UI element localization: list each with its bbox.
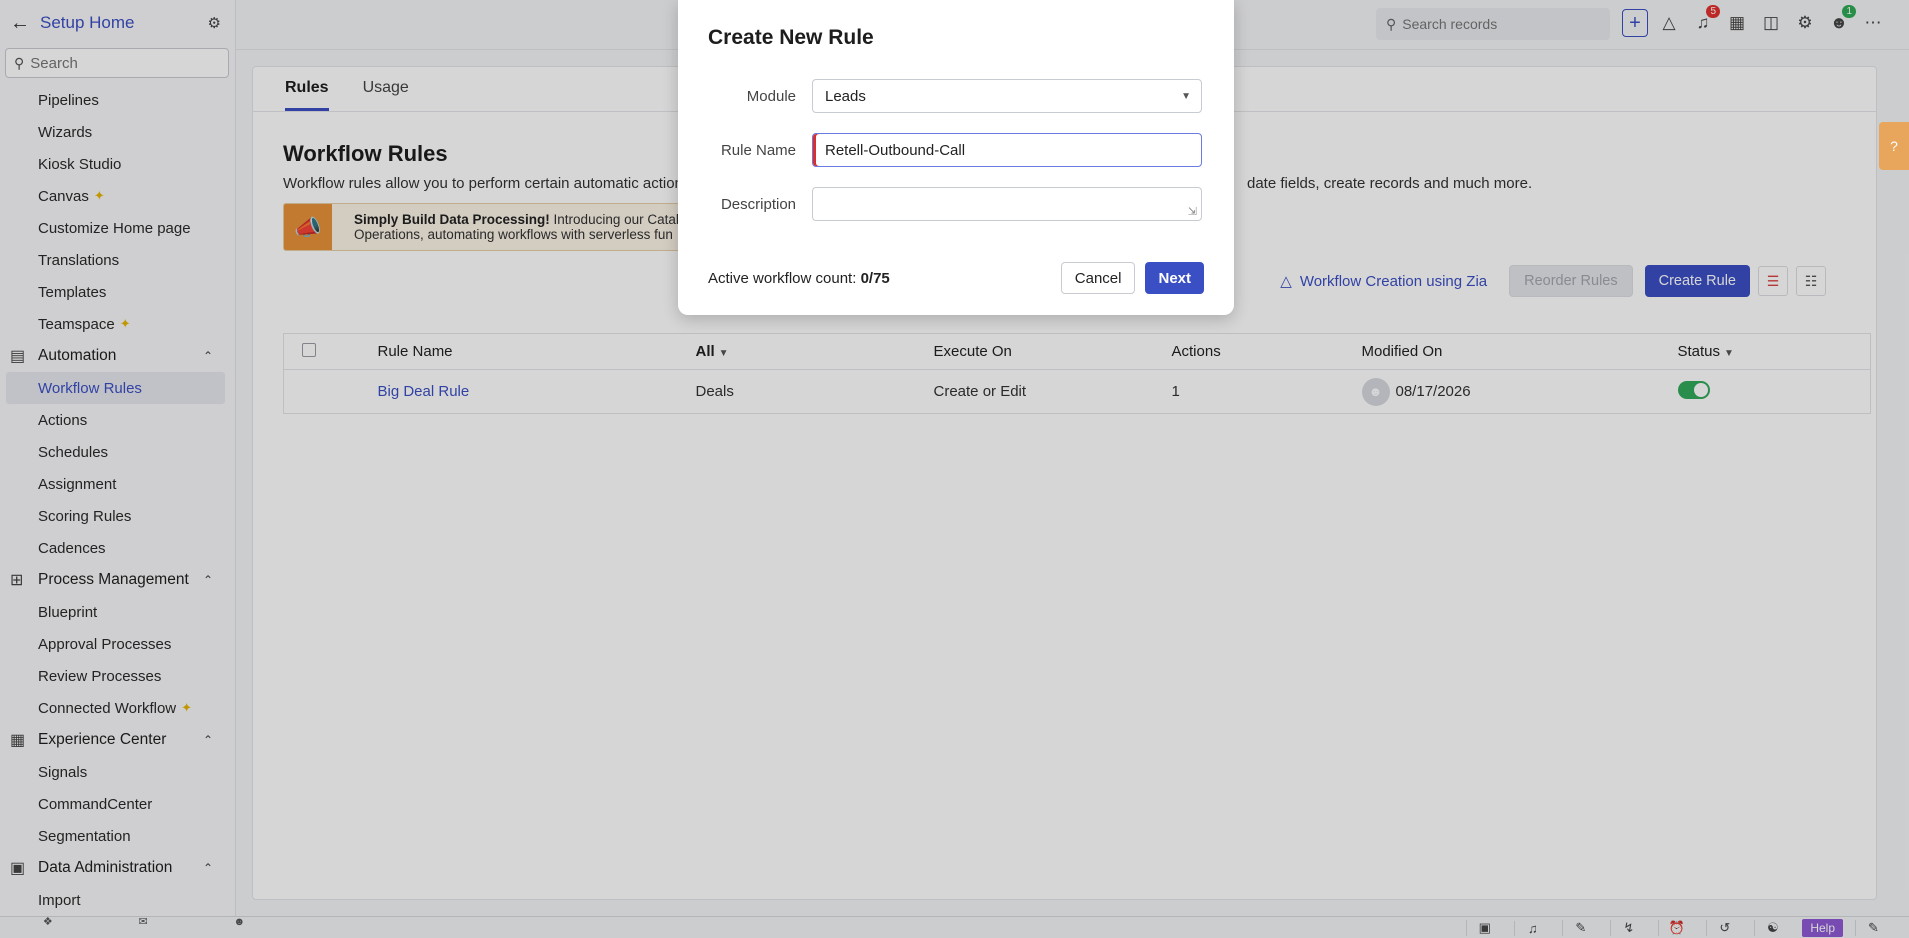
module-row: Module Leads ▼ xyxy=(708,78,1208,114)
resize-grip-icon[interactable]: ⇲ xyxy=(1188,205,1197,218)
active-workflow-count: Active workflow count: 0/75 xyxy=(708,270,1061,287)
next-button[interactable]: Next xyxy=(1145,262,1204,294)
module-select[interactable]: Leads ▼ xyxy=(812,79,1202,113)
module-selected-value: Leads xyxy=(825,87,866,105)
count-value: 0/75 xyxy=(860,269,890,287)
chevron-down-icon: ▼ xyxy=(1181,90,1191,102)
description-row: Description ⇲ xyxy=(708,186,1208,222)
rule-name-input[interactable]: Retell-Outbound-Call xyxy=(812,133,1202,167)
rule-name-row: Rule Name Retell-Outbound-Call xyxy=(708,132,1208,168)
modal-footer: Active workflow count: 0/75 Cancel Next xyxy=(708,262,1204,294)
module-label: Module xyxy=(746,87,796,105)
cancel-button[interactable]: Cancel xyxy=(1060,262,1136,294)
description-label: Description xyxy=(720,195,796,213)
description-textarea[interactable]: ⇲ xyxy=(812,187,1202,221)
rule-name-value: Retell-Outbound-Call xyxy=(825,141,966,159)
rule-name-label: Rule Name xyxy=(720,141,796,159)
modal-title: Create New Rule xyxy=(708,26,874,49)
count-label: Active workflow count: xyxy=(708,269,861,287)
create-rule-modal: Create New Rule Module Leads ▼ Rule Name… xyxy=(678,0,1234,315)
side-tab-icon[interactable]: ? xyxy=(1879,122,1909,170)
